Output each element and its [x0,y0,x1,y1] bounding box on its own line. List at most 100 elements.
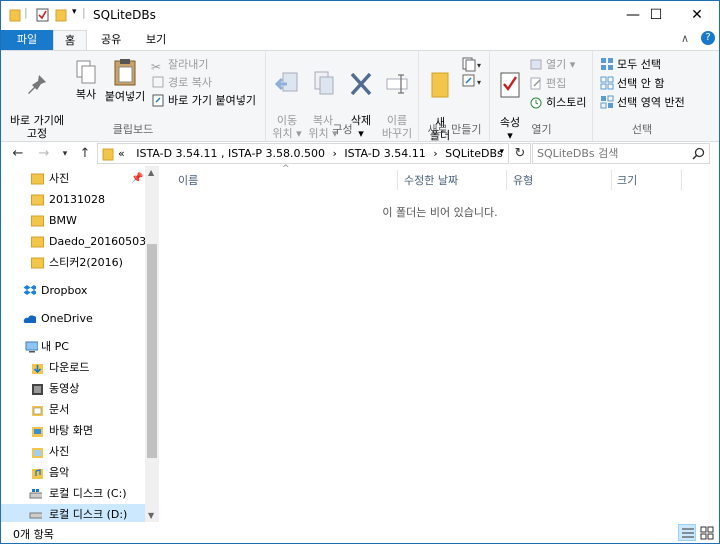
svg-text:▾: ▾ [477,78,481,87]
copy-path-icon [152,76,164,88]
forward-arrow-icon[interactable]: → [35,145,53,163]
breadcrumb-separator[interactable]: › [433,147,437,160]
edit-button[interactable]: 편집 [529,76,566,92]
scrollbar-thumb[interactable] [147,244,157,458]
quick-access-dropdown-icon[interactable]: ▾ [72,7,77,17]
windows-drive-icon [29,489,42,499]
search-box[interactable] [532,143,710,164]
recent-dropdown-icon[interactable]: ▾ [56,145,74,163]
paste-label: 붙여넣기 [104,90,146,103]
tab-view[interactable]: 보기 [134,30,178,51]
nav-item-folder[interactable]: BMW [1,210,145,231]
up-arrow-icon[interactable]: ↑ [76,145,94,163]
divider: | [24,6,28,19]
open-icon [530,59,542,70]
new-folder-quick-icon[interactable] [55,8,67,22]
nav-item-music[interactable]: 음악 [1,462,145,483]
onedrive-cloud-icon [23,315,36,323]
copy-button[interactable]: 복사 [70,59,102,101]
breadcrumb-overflow[interactable]: « [118,147,125,160]
navigation-pane: 사진 📌 20131028 BMW Daedo_20160503_2 스티커2(… [1,166,159,525]
tab-home[interactable]: 홈 [53,30,87,51]
column-header-type[interactable]: 유형 [513,172,533,188]
download-icon [32,364,43,374]
cut-button[interactable]: ✂ 잘라내기 [151,57,208,74]
nav-item-videos[interactable]: 동영상 [1,378,145,399]
sort-indicator-icon: ^ [282,164,290,174]
help-icon[interactable]: ? [701,31,715,45]
search-input[interactable] [537,146,687,161]
nav-item-downloads[interactable]: 다운로드 [1,357,145,378]
address-dropdown-icon[interactable]: ▾ [499,147,504,157]
refresh-icon[interactable]: ↻ [510,143,531,164]
open-button[interactable]: 열기 ▾ [529,57,575,73]
ribbon: 바로 가기에 고정 복사 붙여넣기 ✂ 잘라내기 경로 복사 바로 가기 붙여넣… [1,50,719,142]
nav-item-desktop[interactable]: 바탕 화면 [1,420,145,441]
nav-item-pictures[interactable]: 사진 [1,441,145,462]
item-count: 0개 항목 [13,528,54,541]
scroll-up-icon[interactable]: ▲ [148,168,154,177]
folder-icon [31,236,44,248]
back-arrow-icon[interactable]: ← [9,145,27,163]
scroll-down-icon[interactable]: ▼ [148,511,154,520]
new-item-icon[interactable]: ▾ [462,56,484,72]
breadcrumb-separator[interactable]: › [332,147,336,160]
nav-scrollbar[interactable]: ▲ ▼ [145,166,159,522]
column-header-size[interactable]: 크기 [617,172,637,188]
address-bar[interactable]: « ISTA-D 3.54.11 , ISTA-P 3.58.0.500 › I… [97,143,509,164]
properties-check-icon[interactable] [36,8,49,22]
nav-item-this-pc[interactable]: 내 PC [1,336,145,357]
divider: | [82,6,86,19]
pictures-icon [32,448,43,458]
close-button[interactable]: ✕ [674,1,720,30]
tab-share[interactable]: 공유 [89,30,133,51]
invert-selection-button[interactable]: 선택 영역 반전 [600,95,685,111]
folder-icon [9,9,21,22]
collapse-ribbon-icon[interactable]: ∧ [681,32,689,45]
history-button[interactable]: 히스토리 [529,95,586,111]
delete-x-icon [350,72,372,96]
navigation-bar: ← → ▾ ↑ « ISTA-D 3.54.11 , ISTA-P 3.58.0… [1,142,719,166]
nav-item-onedrive[interactable]: OneDrive [1,308,145,329]
column-header-date[interactable]: 수정한 날짜 [404,172,458,188]
empty-folder-message: 이 폴더는 비어 있습니다. [382,206,498,219]
column-separator[interactable] [611,170,612,190]
tab-file[interactable]: 파일 [1,30,53,51]
paste-button[interactable]: 붙여넣기 [104,57,146,103]
select-group: 모두 선택 선택 안 함 선택 영역 반전 선택 [594,51,690,141]
folder-icon [102,148,114,161]
nav-item-folder[interactable]: 스티커2(2016) [1,252,145,273]
large-icons-view-icon[interactable] [698,524,716,541]
file-list[interactable]: ^ 이름 수정한 날짜 유형 크기 이 폴더는 비어 있습니다. [161,164,719,522]
dropbox-icon [23,285,36,295]
select-none-button[interactable]: 선택 안 함 [600,76,664,92]
music-icon [32,469,43,479]
nav-item-folder[interactable]: 20131028 [1,189,145,210]
open-group-label: 열기 [531,123,552,136]
maximize-button[interactable]: ☐ [633,1,679,30]
nav-item-documents[interactable]: 문서 [1,399,145,420]
breadcrumb-item[interactable]: ISTA-D 3.54.11 , ISTA-P 3.58.0.500 [136,147,325,160]
nav-item-drive-c[interactable]: 로컬 디스크 (C:) [1,483,145,504]
column-separator[interactable] [681,170,682,190]
nav-item-dropbox[interactable]: Dropbox [1,280,145,301]
column-header-name[interactable]: 이름 [178,172,198,188]
nav-item-folder[interactable]: Daedo_20160503_2 [1,231,159,252]
details-view-icon[interactable] [678,524,696,541]
breadcrumb-item[interactable]: SQLiteDBs [445,147,503,160]
folder-icon [31,215,44,227]
select-all-button[interactable]: 모두 선택 [600,57,661,73]
organize-group: 이동 위치 ▾ 복사 위치 ▾ 삭제 ▾ 이름 바꾸기 구성 [267,51,419,141]
copy-path-button[interactable]: 경로 복사 [151,75,212,91]
nav-item-pictures-quick[interactable]: 사진 📌 [1,168,145,189]
column-separator[interactable] [397,170,398,190]
easy-access-icon[interactable]: ▾ [462,73,484,89]
paste-shortcut-button[interactable]: 바로 가기 붙여넣기 [151,93,256,109]
column-separator[interactable] [506,170,507,190]
paste-icon [114,59,136,86]
copy-icon [76,60,96,84]
folder-icon [31,173,44,185]
title-bar: | ▾ | SQLiteDBs — ☐ ✕ [1,1,719,30]
breadcrumb-item[interactable]: ISTA-D 3.54.11 [344,147,425,160]
search-icon[interactable] [692,147,705,160]
